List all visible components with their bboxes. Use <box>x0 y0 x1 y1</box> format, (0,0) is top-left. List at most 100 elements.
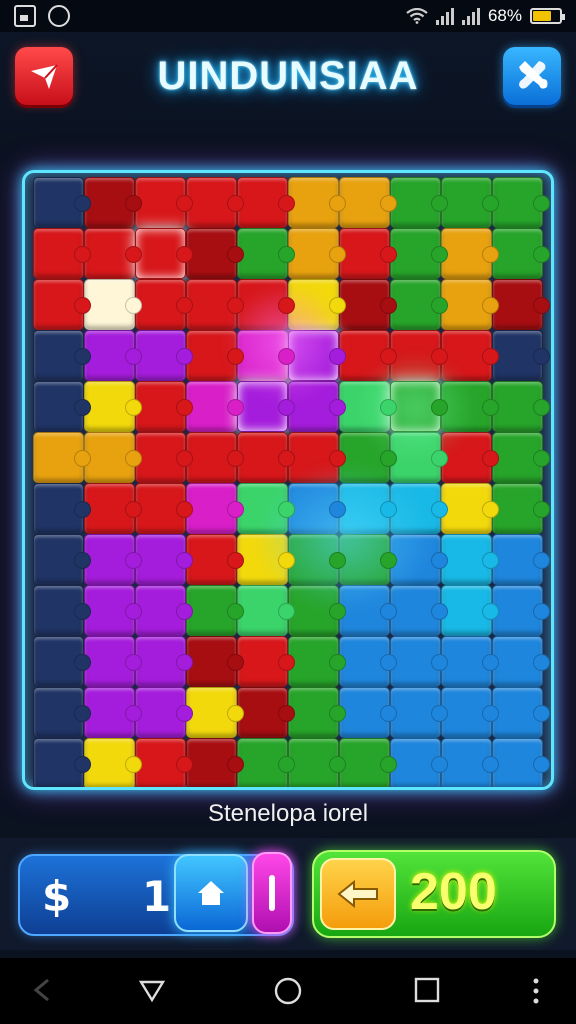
puzzle-piece[interactable] <box>237 483 295 534</box>
puzzle-piece[interactable] <box>33 177 91 228</box>
puzzle-piece[interactable] <box>135 534 193 585</box>
puzzle-piece[interactable] <box>339 381 397 432</box>
puzzle-piece[interactable] <box>33 636 91 687</box>
puzzle-piece[interactable] <box>288 228 346 279</box>
puzzle-piece[interactable] <box>84 330 142 381</box>
puzzle-piece[interactable] <box>135 687 193 738</box>
puzzle-piece[interactable] <box>186 381 244 432</box>
puzzle-piece[interactable] <box>84 687 142 738</box>
puzzle-piece[interactable] <box>237 279 295 330</box>
puzzle-piece[interactable] <box>390 738 448 787</box>
puzzle-piece[interactable] <box>339 687 397 738</box>
pause-button[interactable] <box>252 852 292 934</box>
puzzle-piece[interactable] <box>339 585 397 636</box>
puzzle-piece[interactable] <box>84 738 142 787</box>
puzzle-piece[interactable] <box>33 228 91 279</box>
puzzle-piece[interactable] <box>33 534 91 585</box>
puzzle-piece[interactable] <box>441 432 499 483</box>
puzzle-grid[interactable] <box>33 177 550 787</box>
puzzle-piece[interactable] <box>339 432 397 483</box>
puzzle-piece[interactable] <box>441 636 499 687</box>
nav-recents-icon[interactable] <box>413 976 441 1004</box>
puzzle-piece[interactable] <box>84 177 142 228</box>
puzzle-piece[interactable] <box>492 687 550 738</box>
puzzle-piece[interactable] <box>186 738 244 787</box>
puzzle-piece[interactable] <box>237 534 295 585</box>
puzzle-piece[interactable] <box>135 483 193 534</box>
puzzle-piece[interactable] <box>33 432 91 483</box>
puzzle-piece[interactable] <box>441 738 499 787</box>
puzzle-piece[interactable] <box>135 585 193 636</box>
puzzle-piece[interactable] <box>288 381 346 432</box>
puzzle-piece[interactable] <box>492 381 550 432</box>
puzzle-piece[interactable] <box>237 585 295 636</box>
puzzle-piece[interactable] <box>33 687 91 738</box>
puzzle-piece[interactable] <box>390 432 448 483</box>
puzzle-piece[interactable] <box>84 279 142 330</box>
puzzle-piece[interactable] <box>339 534 397 585</box>
puzzle-piece[interactable] <box>390 279 448 330</box>
puzzle-piece[interactable] <box>339 279 397 330</box>
puzzle-piece[interactable] <box>186 177 244 228</box>
puzzle-piece[interactable] <box>186 687 244 738</box>
puzzle-piece[interactable] <box>492 279 550 330</box>
puzzle-piece[interactable] <box>33 738 91 787</box>
puzzle-piece[interactable] <box>135 381 193 432</box>
puzzle-piece[interactable] <box>84 228 142 279</box>
puzzle-piece[interactable] <box>441 177 499 228</box>
puzzle-piece[interactable] <box>288 687 346 738</box>
nav-back-icon[interactable] <box>30 976 54 1004</box>
puzzle-piece[interactable] <box>288 432 346 483</box>
puzzle-piece[interactable] <box>441 687 499 738</box>
puzzle-piece[interactable] <box>441 483 499 534</box>
puzzle-piece[interactable] <box>237 228 295 279</box>
puzzle-piece[interactable] <box>186 279 244 330</box>
puzzle-piece[interactable] <box>390 483 448 534</box>
home-button[interactable] <box>174 854 248 932</box>
puzzle-piece[interactable] <box>135 177 193 228</box>
puzzle-piece[interactable] <box>441 381 499 432</box>
puzzle-piece[interactable] <box>135 738 193 787</box>
puzzle-piece[interactable] <box>237 330 295 381</box>
puzzle-piece[interactable] <box>135 432 193 483</box>
puzzle-piece[interactable] <box>84 432 142 483</box>
puzzle-piece[interactable] <box>288 483 346 534</box>
puzzle-piece[interactable] <box>186 330 244 381</box>
puzzle-piece[interactable] <box>135 228 193 279</box>
puzzle-piece[interactable] <box>339 636 397 687</box>
puzzle-piece[interactable] <box>390 381 448 432</box>
puzzle-piece[interactable] <box>441 585 499 636</box>
puzzle-piece[interactable] <box>492 636 550 687</box>
nav-home-circle-icon[interactable] <box>273 976 303 1006</box>
puzzle-piece[interactable] <box>84 636 142 687</box>
puzzle-piece[interactable] <box>390 534 448 585</box>
puzzle-piece[interactable] <box>339 483 397 534</box>
puzzle-piece[interactable] <box>390 228 448 279</box>
puzzle-piece[interactable] <box>237 381 295 432</box>
puzzle-piece[interactable] <box>84 381 142 432</box>
nav-more-icon[interactable] <box>530 976 542 1006</box>
puzzle-piece[interactable] <box>237 738 295 787</box>
puzzle-piece[interactable] <box>492 483 550 534</box>
puzzle-piece[interactable] <box>288 330 346 381</box>
puzzle-piece[interactable] <box>186 228 244 279</box>
puzzle-piece[interactable] <box>441 279 499 330</box>
back-button[interactable] <box>15 47 73 105</box>
puzzle-piece[interactable] <box>135 279 193 330</box>
puzzle-piece[interactable] <box>390 636 448 687</box>
puzzle-piece[interactable] <box>135 330 193 381</box>
puzzle-piece[interactable] <box>186 432 244 483</box>
puzzle-piece[interactable] <box>237 687 295 738</box>
puzzle-piece[interactable] <box>441 534 499 585</box>
puzzle-piece[interactable] <box>288 279 346 330</box>
puzzle-piece[interactable] <box>441 330 499 381</box>
puzzle-piece[interactable] <box>288 534 346 585</box>
puzzle-piece[interactable] <box>492 534 550 585</box>
puzzle-piece[interactable] <box>237 432 295 483</box>
puzzle-piece[interactable] <box>135 636 193 687</box>
puzzle-piece[interactable] <box>288 738 346 787</box>
puzzle-piece[interactable] <box>390 177 448 228</box>
puzzle-piece[interactable] <box>84 585 142 636</box>
puzzle-board[interactable] <box>22 170 554 790</box>
puzzle-piece[interactable] <box>186 534 244 585</box>
